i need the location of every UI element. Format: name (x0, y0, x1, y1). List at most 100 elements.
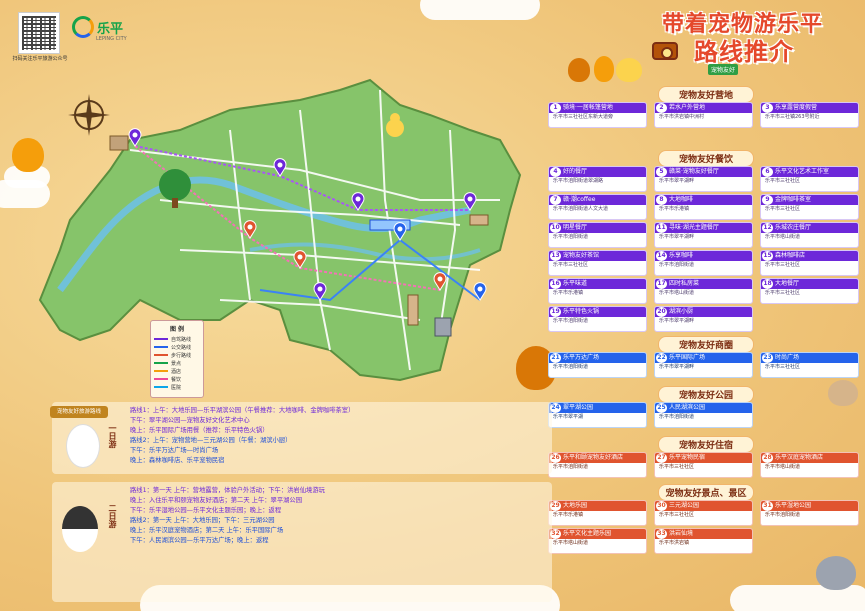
poi-address: 乐平市翠平湖 (553, 414, 584, 420)
poi-card[interactable]: 21 乐平万达广场 乐平市洎阳街道 (548, 352, 647, 378)
route-day-label: 二日游 (108, 504, 117, 528)
bulldog-illustration (816, 556, 856, 590)
poi-card-title: 15 森林咖啡店 (761, 251, 858, 261)
poi-address: 乐平市翠平湖畔 (659, 364, 695, 370)
poi-address: 乐平市乐港镇 (553, 512, 584, 518)
legend-swatch (154, 354, 168, 356)
poi-name: 时尚广场 (775, 354, 800, 361)
poi-card[interactable]: 19 乐平特色火锅 乐平市洎阳街道 (548, 306, 647, 332)
poi-name: 乐平特色火锅 (563, 308, 600, 315)
poi-name: 乐平万达广场 (563, 354, 600, 361)
poi-name: 四时私房菜 (669, 280, 700, 287)
poi-card[interactable]: 12 乐城农庄餐厅 乐平市塔山街道 (760, 222, 859, 248)
poi-card[interactable]: 9 金牌咖啡茶室 乐平市三社社区 (760, 194, 859, 220)
poi-card[interactable]: 6 乐平文化艺术工作室 乐平市三社社区 (760, 166, 859, 192)
poi-card[interactable]: 4 好的餐厅 乐平市洎阳街道翠湖路 (548, 166, 647, 192)
poi-address: 乐平市洎阳街道 (659, 414, 695, 420)
poi-address: 乐平市洪岩镇 (659, 540, 690, 546)
poi-card[interactable]: 32 乐平文化主题乐园 乐平市塔山街道 (548, 528, 647, 554)
poi-address: 乐平市塔山街道 (553, 540, 589, 546)
poi-card[interactable]: 14 乐享咖啡 乐平市洎阳街道 (654, 250, 753, 276)
poi-card-title: 19 乐平特色火锅 (549, 307, 646, 317)
legend-item: 步行路线 (154, 351, 200, 359)
building-icon (109, 135, 129, 151)
legend-item: 景点 (154, 359, 200, 367)
poi-card[interactable]: 23 时尚广场 乐平市三社社区 (760, 352, 859, 378)
poi-card-title: 16 乐平味道 (549, 279, 646, 289)
poi-card-title: 8 大地咖啡 (655, 195, 752, 205)
poi-card[interactable]: 11 寻味·湖光主题餐厅 乐平市翠平湖畔 (654, 222, 753, 248)
poi-address: 乐平市塔山街道 (765, 234, 801, 240)
poi-card[interactable]: 16 乐平味道 乐平市乐港镇 (548, 278, 647, 304)
poi-name: 大地咖啡 (669, 196, 694, 203)
poi-card-title: 10 明星餐厅 (549, 223, 646, 233)
poi-card[interactable]: 20 湖滨小厨 乐平市翠平湖畔 (654, 306, 753, 332)
poi-card[interactable]: 8 大地咖啡 乐平市乐港镇 (654, 194, 753, 220)
poi-card-title: 23 时尚广场 (761, 353, 858, 363)
poi-card-title: 2 若水户外营地 (655, 103, 752, 113)
section-title: 宠物友好住宿 (658, 436, 754, 453)
poi-card-title: 30 三元湖公园 (655, 501, 752, 511)
legend-item: 公交路线 (154, 343, 200, 351)
poi-card[interactable]: 10 明星餐厅 乐平市洎阳街道 (548, 222, 647, 248)
qr-code[interactable] (18, 12, 60, 54)
poi-card-title: 24 翠平湖公园 (549, 403, 646, 413)
poi-card[interactable]: 29 大地乐园 乐平市乐港镇 (548, 500, 647, 526)
poi-card[interactable]: 5 赣菜·宠物友好餐厅 乐平市翠平湖畔 (654, 166, 753, 192)
poi-card-title: 9 金牌咖啡茶室 (761, 195, 858, 205)
poi-address: 乐平市三社镇263号附近 (765, 114, 820, 120)
poi-name: 乐享露营度假营 (775, 104, 818, 111)
section-title: 宠物友好营地 (658, 86, 754, 103)
poi-card[interactable]: 26 乐平和颐宠物友好酒店 乐平市洎阳街道 (548, 452, 647, 478)
poi-card[interactable]: 13 宠物友好茶馆 乐平市三社社区 (548, 250, 647, 276)
poi-name: 人民湖滨公园 (669, 404, 706, 411)
poi-card-title: 29 大地乐园 (549, 501, 646, 511)
poi-card-title: 25 人民湖滨公园 (655, 403, 752, 413)
poi-card[interactable]: 22 乐平国际广场 乐平市翠平湖畔 (654, 352, 753, 378)
poi-number: 13 (550, 251, 561, 261)
poi-card[interactable]: 33 洪岩仙境 乐平市洪岩镇 (654, 528, 753, 554)
poi-address: 乐平市三社社区 (659, 512, 695, 518)
poi-number: 5 (656, 167, 667, 177)
poi-card[interactable]: 30 三元湖公园 乐平市三社社区 (654, 500, 753, 526)
route-block-2: 二日游 路线1：第一天 上午：营地露营，体验户外活动；下午：洪岩仙境游玩 晚上：入… (52, 482, 552, 602)
poi-card[interactable]: 2 若水户外营地 乐平市洪岩镇中洲村 (654, 102, 753, 128)
poi-name: 乐平文化艺术工作室 (775, 168, 830, 175)
poi-card-title: 33 洪岩仙境 (655, 529, 752, 539)
poi-name: 洪岩仙境 (669, 530, 694, 537)
poi-card[interactable]: 3 乐享露营度假营 乐平市三社镇263号附近 (760, 102, 859, 128)
poi-number: 9 (762, 195, 773, 205)
poi-card[interactable]: 18 大地餐厅 乐平市三社社区 (760, 278, 859, 304)
poi-number: 28 (762, 453, 773, 463)
poi-name: 乐平宠物民宿 (669, 454, 706, 461)
poi-number: 27 (656, 453, 667, 463)
poi-card[interactable]: 15 森林咖啡店 乐平市三社社区 (760, 250, 859, 276)
route-block-1: 宠物友好旅游路线 一日游 路线1：上午：大地乐园—乐平湖滨公园（午餐推荐：大地咖… (50, 402, 552, 474)
poi-card-title: 26 乐平和颐宠物友好酒店 (549, 453, 646, 463)
poi-card[interactable]: 31 乐平湿地公园 乐平市洎阳街道 (760, 500, 859, 526)
poi-address: 乐平市三社社区东新大道旁 (553, 114, 614, 120)
poster-title: 带着宠物游乐平 路线推介 宠物友好 (622, 4, 858, 82)
poi-address: 乐平市洎阳街道 (765, 512, 801, 518)
poi-card[interactable]: 27 乐平宠物民宿 乐平市三社社区 (654, 452, 753, 478)
poi-card[interactable]: 24 翠平湖公园 乐平市翠平湖 (548, 402, 647, 428)
poi-card[interactable]: 1 骑境·一居帐篷营地 乐平市三社社区东新大道旁 (548, 102, 647, 128)
legend-label: 步行路线 (171, 352, 192, 359)
poi-card[interactable]: 25 人民湖滨公园 乐平市洎阳街道 (654, 402, 753, 428)
poi-name: 赣菜·宠物友好餐厅 (669, 168, 719, 175)
route-line: 路线2：第一天 上午：大地乐园；下午：三元湖公园 (130, 517, 275, 524)
legend-swatch (154, 378, 168, 380)
poi-name: 好的餐厅 (563, 168, 588, 175)
legend-swatch (154, 346, 168, 348)
section-title: 宠物友好餐饮 (658, 150, 754, 167)
poi-card[interactable]: 28 乐平汉庭宠物酒店 乐平市塔山街道 (760, 452, 859, 478)
poi-number: 4 (550, 167, 561, 177)
poi-card[interactable]: 17 四时私房菜 乐平市塔山街道 (654, 278, 753, 304)
poi-address: 乐平市洎阳街道 (553, 234, 589, 240)
compass-icon (68, 94, 110, 136)
poi-number: 14 (656, 251, 667, 261)
poi-card-title: 3 乐享露营度假营 (761, 103, 858, 113)
poi-card-title: 4 好的餐厅 (549, 167, 646, 177)
poi-card-title: 20 湖滨小厨 (655, 307, 752, 317)
poi-card[interactable]: 7 赣·潮coffee 乐平市洎阳街道人文大道 (548, 194, 647, 220)
